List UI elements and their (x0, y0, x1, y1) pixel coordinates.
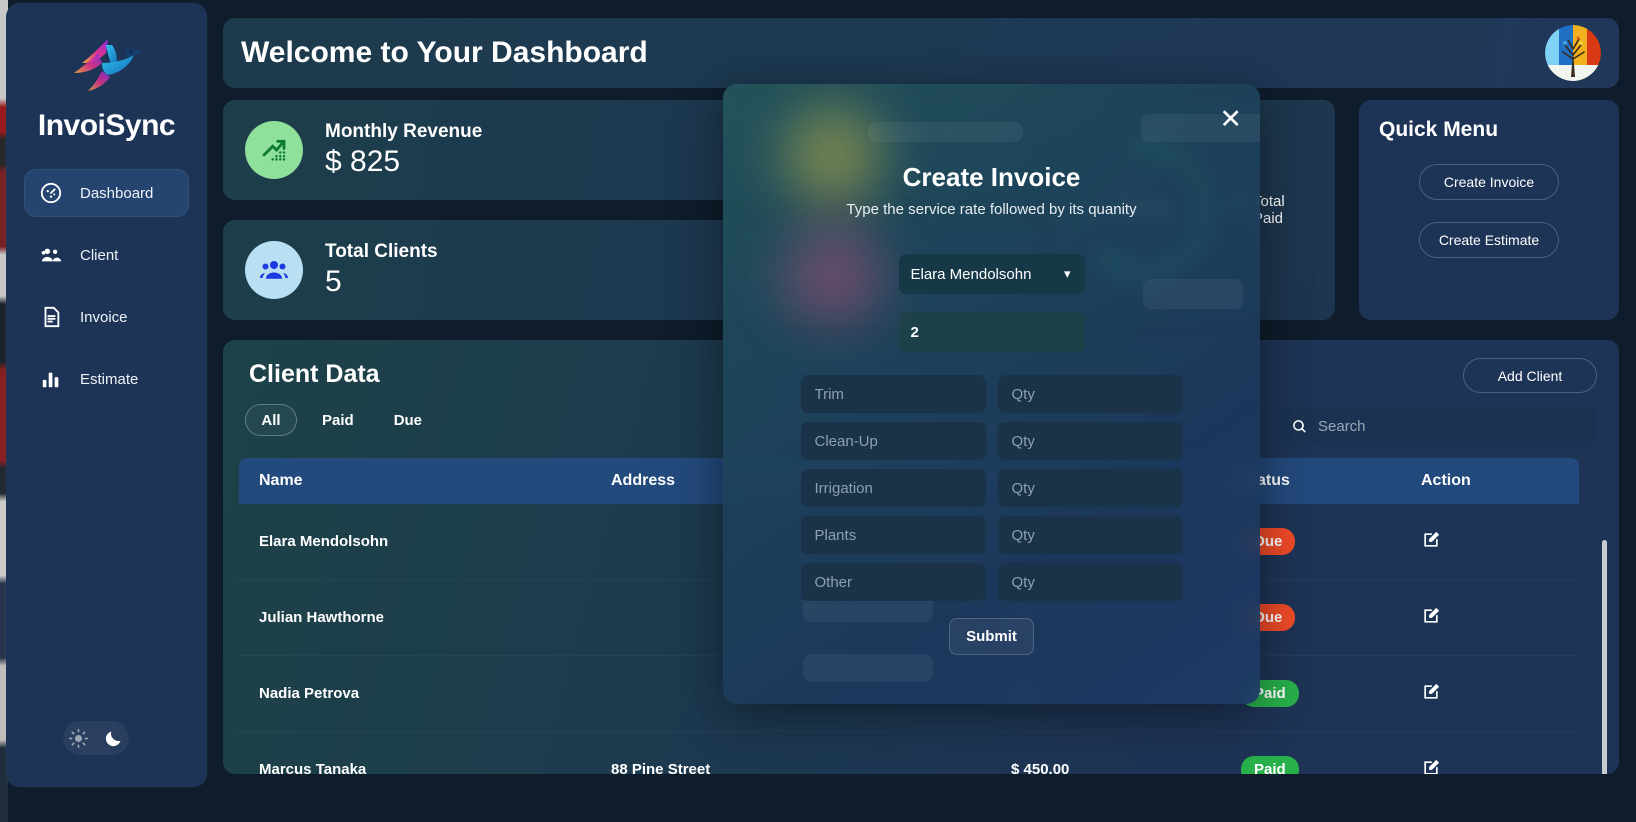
service-rows (800, 375, 1183, 601)
service-name-input[interactable] (800, 516, 986, 554)
cell-name: Elara Mendolsohn (239, 504, 599, 580)
seasons-tree-avatar-icon (1545, 25, 1601, 81)
column-header-name[interactable]: Name (239, 458, 599, 504)
sidebar-item-estimate[interactable]: Estimate (24, 355, 189, 403)
submit-button[interactable]: Submit (949, 618, 1034, 655)
brand-logo (6, 33, 207, 103)
service-qty-input[interactable] (997, 422, 1183, 460)
edit-row-button[interactable] (1421, 530, 1441, 553)
stat-label: Monthly Revenue (325, 121, 483, 142)
service-name-input[interactable] (800, 375, 986, 413)
ghost-element (868, 122, 1023, 142)
sidebar-item-label: Invoice (80, 308, 128, 326)
service-row-other (800, 563, 1183, 601)
search-icon (1293, 419, 1306, 433)
client-select-wrap: Elara Mendolsohn (898, 218, 1085, 294)
create-invoice-modal: ✕ Create Invoice Type the service rate f… (723, 84, 1260, 704)
sidebar: InvoiSync Dashboard Client Invoice Estim… (6, 3, 207, 787)
create-estimate-button[interactable]: Create Estimate (1419, 222, 1559, 258)
add-client-button[interactable]: Add Client (1463, 358, 1597, 393)
cell-address: 88 Pine Street (599, 731, 999, 774)
ghost-element (803, 654, 933, 682)
legend-label: Total Paid (1253, 192, 1285, 227)
filter-tab-due[interactable]: Due (379, 404, 437, 436)
stat-label: Total Clients (325, 241, 438, 262)
search-box[interactable] (1277, 407, 1597, 445)
cell-name: Marcus Tanaka (239, 731, 599, 774)
cell-action (1409, 731, 1579, 774)
service-name-input[interactable] (800, 563, 986, 601)
service-row-plants (800, 516, 1183, 554)
service-qty-input[interactable] (997, 469, 1183, 507)
cell-status: Paid (1229, 731, 1409, 774)
edit-row-button[interactable] (1421, 758, 1441, 774)
page-title: Welcome to Your Dashboard (241, 36, 648, 69)
trending-up-icon (245, 121, 303, 179)
service-row-clean-up (800, 422, 1183, 460)
filter-tab-all[interactable]: All (245, 404, 297, 436)
client-select[interactable]: Elara Mendolsohn (898, 254, 1085, 294)
edit-icon (1424, 683, 1440, 699)
app-window: InvoiSync Dashboard Client Invoice Estim… (0, 0, 1636, 822)
search-input[interactable] (1318, 417, 1583, 435)
table-row[interactable]: Marcus Tanaka 88 Pine Street $ 450.00 Pa… (239, 731, 1579, 774)
sidebar-nav: Dashboard Client Invoice Estimate (6, 169, 207, 403)
status-badge: Paid (1241, 756, 1299, 774)
service-qty-input[interactable] (997, 563, 1183, 601)
sidebar-item-label: Client (80, 246, 119, 264)
main-content: Welcome to Your Dashboard Monthly Revenu… (207, 0, 1636, 822)
edit-icon (1424, 531, 1440, 547)
decorative-blob (783, 226, 883, 326)
brand-name: InvoiSync (37, 109, 176, 142)
people-group-icon (245, 241, 303, 299)
stat-value: 5 (325, 265, 342, 298)
sun-icon (68, 728, 89, 748)
client-filter-tabs: All Paid Due (245, 404, 437, 436)
create-invoice-button[interactable]: Create Invoice (1419, 164, 1559, 200)
service-name-input[interactable] (800, 469, 986, 507)
service-name-input[interactable] (800, 422, 986, 460)
table-scrollbar[interactable] (1602, 540, 1607, 774)
sidebar-item-label: Dashboard (80, 184, 154, 202)
filter-tab-paid[interactable]: Paid (307, 404, 369, 436)
page-header: Welcome to Your Dashboard (223, 18, 1619, 88)
avatar[interactable] (1545, 25, 1601, 81)
edit-row-button[interactable] (1421, 606, 1441, 629)
quick-menu-title: Quick Menu (1379, 118, 1499, 141)
cell-action (1409, 579, 1579, 656)
column-header-action[interactable]: Action (1409, 458, 1579, 504)
service-row-trim (800, 375, 1183, 413)
stat-value: $ 825 (325, 145, 401, 178)
cell-action (1409, 655, 1579, 732)
document-icon (38, 304, 64, 330)
bar-chart-icon (38, 366, 64, 392)
edit-icon (1424, 607, 1440, 623)
ghost-element (1143, 279, 1243, 309)
cell-amount: $ 450.00 (999, 731, 1229, 774)
cell-action (1409, 504, 1579, 580)
moon-icon (105, 731, 121, 746)
edit-row-button[interactable] (1421, 682, 1441, 705)
service-qty-input[interactable] (997, 516, 1183, 554)
quick-menu-panel: Quick Menu Create Invoice Create Estimat… (1359, 100, 1619, 320)
sidebar-item-dashboard[interactable]: Dashboard (24, 169, 189, 217)
ghost-element (1141, 114, 1260, 142)
client-data-title: Client Data (249, 360, 380, 388)
modal-subtitle: Type the service rate followed by its qu… (846, 201, 1137, 218)
modal-title: Create Invoice (902, 162, 1081, 192)
service-row-irrigation (800, 469, 1183, 507)
sidebar-item-invoice[interactable]: Invoice (24, 293, 189, 341)
close-icon[interactable]: ✕ (1219, 106, 1242, 133)
rate-input[interactable] (898, 312, 1085, 352)
cell-name: Julian Hawthorne (239, 579, 599, 656)
cell-name: Nadia Petrova (239, 655, 599, 732)
people-icon (38, 242, 64, 268)
service-qty-input[interactable] (997, 375, 1183, 413)
sidebar-item-label: Estimate (80, 370, 139, 388)
edit-icon (1424, 759, 1440, 774)
sidebar-item-client[interactable]: Client (24, 231, 189, 279)
dashboard-icon (38, 180, 64, 206)
hummingbird-logo-icon (73, 39, 142, 91)
theme-toggle[interactable] (63, 721, 129, 755)
